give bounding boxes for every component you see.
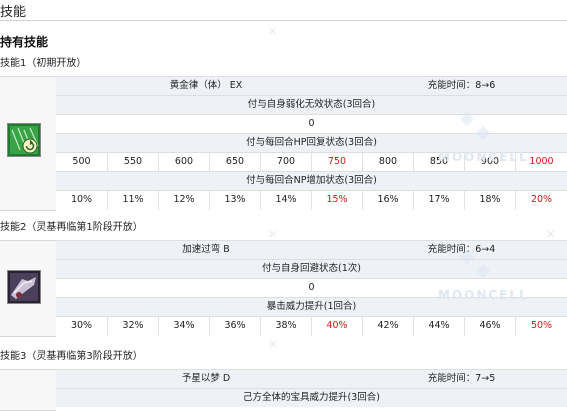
skill2-icon-cell (0, 240, 56, 337)
level-value: 750 (311, 153, 362, 172)
skill1-effect1-values: 0 (56, 114, 567, 133)
skill1-header-row: 黄金律（体） EX 充能时间：8→6 (56, 76, 567, 95)
level-value: 10% (70, 194, 93, 205)
watermark-cross: ✕ (546, 228, 556, 241)
skill2-header-row: 加速过弯 B 充能时间：6→4 (56, 240, 567, 259)
skill2-effect2-values: 30% 32% 34% 36% 38% 40% 42% 44% 46% 50% (56, 316, 567, 336)
skill2-effect1-row: 付与自身回避状态(1次) (56, 259, 567, 278)
level-value: 30% (70, 320, 93, 331)
level-value: 36% (209, 317, 260, 336)
level-value: 14% (260, 191, 311, 210)
skill3-icon-cell (0, 369, 56, 411)
level-value: 50% (515, 317, 567, 336)
watermark-text: MOONCELL (438, 150, 529, 164)
level-value: 650 (209, 153, 260, 172)
section-title: 持有技能 (0, 35, 49, 49)
level-value: 38% (260, 317, 311, 336)
level-value: 17% (413, 191, 464, 210)
level-value: 700 (260, 153, 311, 172)
effect-label: 付与自身弱化无效状态(3回合) (247, 99, 376, 110)
level-value: 40% (311, 317, 362, 336)
skill1-heading: 技能1（初期开放） (0, 58, 87, 69)
skill3-effect1-row: 己方全体的宝具威力提升(3回合) (56, 388, 567, 407)
page-title: 技能 (0, 5, 27, 20)
skill1-icon-cell (0, 76, 56, 211)
skill3-heading: 技能3（灵基再临第3阶段开放） (0, 351, 143, 362)
level-value: 18% (464, 191, 515, 210)
level-value: 500 (72, 156, 91, 167)
level-value: 44% (413, 317, 464, 336)
skill3-cooldown: 充能时间：7→5 (427, 373, 496, 384)
level-value: 20% (515, 191, 567, 210)
level-value: 15% (311, 191, 362, 210)
watermark-cross: ✕ (268, 338, 278, 351)
effect-label: 己方全体的宝具威力提升(3回合) (243, 392, 380, 403)
title-divider (0, 20, 567, 21)
skill1-cooldown: 充能时间：8→6 (427, 80, 496, 91)
level-value: 46% (464, 317, 515, 336)
skill1-effect1-row: 付与自身弱化无效状态(3回合) (56, 95, 567, 114)
accelerate-turn-icon[interactable] (7, 270, 41, 304)
effect-label: 付与自身回避状态(1次) (262, 263, 361, 274)
level-value: 12% (158, 191, 209, 210)
effect-label: 付与每回合NP增加状态(3回合) (246, 175, 377, 186)
watermark-text: MOONCELL (438, 288, 529, 302)
level-value: 800 (362, 153, 413, 172)
skill1-effect3-values: 10% 11% 12% 13% 14% 15% 16% 17% 18% 20% (56, 190, 567, 210)
level-value: 11% (107, 191, 158, 210)
skill2-name: 加速过弯 B (182, 244, 230, 255)
level-value: 550 (107, 153, 158, 172)
level-value: 13% (209, 191, 260, 210)
skill2-heading: 技能2（灵基再临第1阶段开放） (0, 222, 143, 233)
level-value: 16% (362, 191, 413, 210)
effect-value: 0 (308, 118, 315, 129)
watermark-cross: ✕ (268, 25, 278, 38)
skill3-header-row: 予星以梦 D 充能时间：7→5 (56, 369, 567, 388)
watermark-cross: ✕ (268, 228, 278, 241)
skill3-name: 予星以梦 D (181, 373, 231, 384)
level-value: 32% (107, 317, 158, 336)
golden-rule-icon[interactable] (7, 123, 41, 157)
level-value: 600 (158, 153, 209, 172)
level-value: 42% (362, 317, 413, 336)
skill1-name: 黄金律（体） EX (169, 80, 243, 91)
level-value: 34% (158, 317, 209, 336)
skill1-effect3-row: 付与每回合NP增加状态(3回合) (56, 171, 567, 190)
